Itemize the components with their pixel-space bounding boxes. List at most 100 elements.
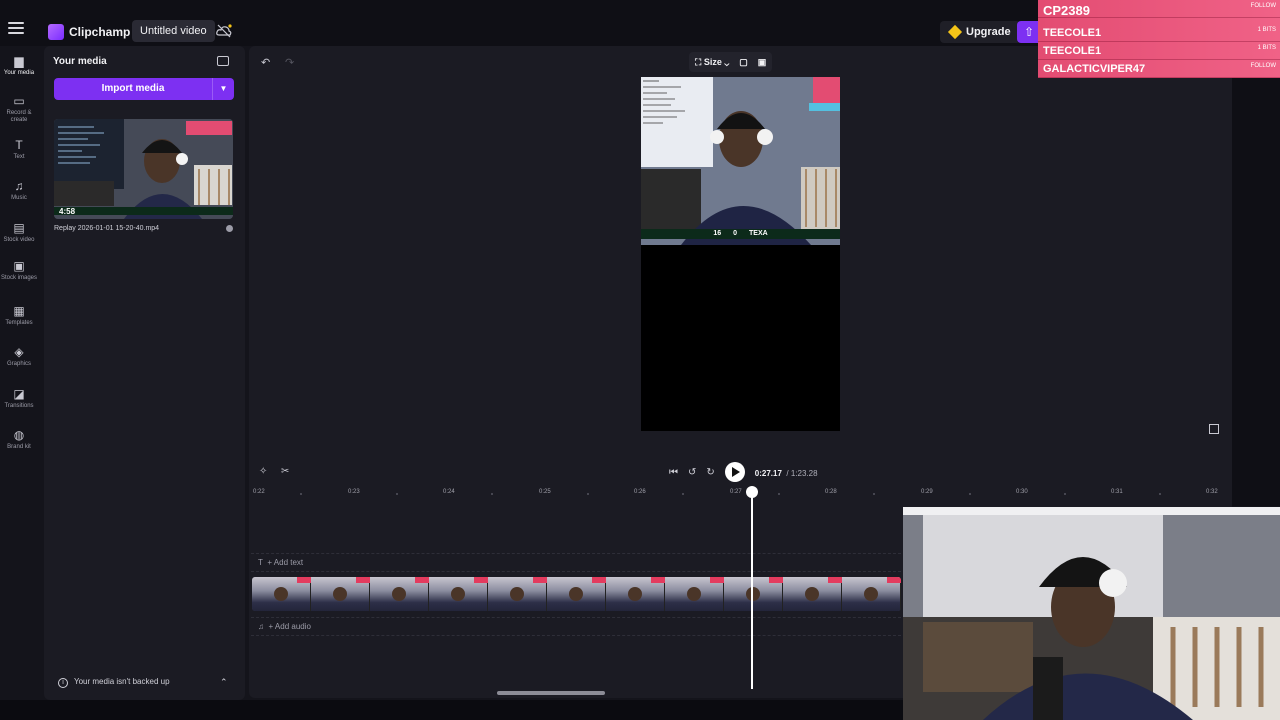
redo-icon[interactable]: ↷: [285, 56, 294, 69]
rail-item-label: Templates: [5, 320, 33, 326]
info-icon: i: [58, 678, 68, 688]
alert-row: TEECOLE1 1 BITS: [1038, 24, 1280, 42]
clipchamp-logo-icon: [48, 24, 64, 40]
right-sidebar: [1232, 46, 1280, 506]
backup-warning[interactable]: i Your media isn't backed up: [58, 677, 170, 688]
chevron-up-icon[interactable]: ⌃: [220, 677, 228, 688]
total-time: / 1:23.28: [786, 469, 818, 478]
rail-item-label: Graphics: [6, 361, 31, 367]
rail-item-brand-kit[interactable]: ◍ Brand kit: [0, 428, 38, 468]
alert-type: FOLLOW: [1250, 63, 1276, 69]
size-label: Size: [703, 56, 722, 67]
rail-item-transitions[interactable]: ◪ Transitions: [0, 387, 38, 427]
rail-item-label: Stock images: [0, 275, 37, 281]
undo-icon[interactable]: ↶: [261, 56, 270, 69]
folder-icon: ▆: [14, 54, 24, 68]
fullscreen-icon[interactable]: [1209, 424, 1219, 434]
playhead[interactable]: [751, 492, 753, 689]
rail-item-label: Transitions: [4, 403, 34, 409]
video-clip[interactable]: [252, 577, 901, 611]
media-thumbnail[interactable]: 4:58: [54, 119, 233, 219]
rail-item-templates[interactable]: ▦ Templates: [0, 304, 38, 344]
film-icon: ▤: [13, 221, 25, 235]
alert-username: GALACTICVIPER47: [1043, 63, 1146, 75]
magic-wand-icon[interactable]: ✧: [259, 466, 267, 477]
clip-frame: [488, 577, 547, 611]
ruler-tick-label: 0:31: [1111, 489, 1123, 495]
project-title-input[interactable]: Untitled video: [132, 20, 215, 42]
rail-item-record-create[interactable]: ▭ Record & create: [0, 94, 38, 134]
clip-frame: [724, 577, 783, 611]
chevron-down-icon[interactable]: ▼: [212, 78, 234, 100]
ruler-tick-label: 0:24: [443, 489, 455, 495]
music-icon: ♫: [14, 179, 24, 193]
clipchamp-app: Clipchamp Untitled video Upgrade ⇧ ▆ You…: [0, 0, 1280, 720]
rail-item-label: Stock video: [3, 237, 35, 243]
add-text-label: + Add text: [267, 558, 304, 567]
crop-icon[interactable]: ▢: [739, 57, 748, 68]
stream-alert-overlay: CP2389 FOLLOW TEECOLE1 1 BITS TEECOLE1 1…: [1038, 0, 1280, 78]
ruler-tick-label: 0:26: [634, 489, 646, 495]
preview-frame: 16 0 TEXA: [641, 77, 840, 245]
preview-frame-image: [641, 77, 840, 245]
ruler-tick-label: 0:22: [253, 489, 265, 495]
upgrade-label: Upgrade: [966, 26, 1011, 38]
audio-track[interactable]: [251, 617, 901, 636]
import-media-label: Import media: [101, 83, 165, 94]
current-time: 0:27.17: [754, 469, 782, 478]
rewind-5s-icon[interactable]: ↺: [688, 467, 696, 478]
status-icon: [226, 225, 233, 232]
add-audio-label: + Add audio: [268, 622, 311, 631]
hamburger-menu-icon[interactable]: [8, 22, 24, 34]
clip-frame: [842, 577, 901, 611]
team-right: TEXA: [749, 230, 768, 237]
camera-plus-icon[interactable]: ▣: [758, 57, 767, 68]
ruler-tick-label: 0:32: [1206, 489, 1218, 495]
music-icon: ♫: [258, 622, 269, 631]
alert-username: CP2389: [1043, 3, 1090, 18]
rail-item-graphics[interactable]: ◈ Graphics: [0, 345, 38, 385]
rail-item-stock-video[interactable]: ▤ Stock video: [0, 221, 38, 261]
text-icon: T: [258, 558, 268, 567]
preview-toolbar: ⛶ Size ⌄ ▢ ▣: [689, 52, 773, 72]
brand-kit-icon: ◍: [13, 428, 25, 442]
upgrade-button[interactable]: Upgrade: [940, 21, 1021, 43]
collapse-panel-icon[interactable]: [217, 56, 229, 66]
add-text-button[interactable]: T + Add text: [258, 558, 303, 567]
rail-item-label: Your media: [3, 70, 35, 76]
panel-title: Your media: [53, 56, 107, 67]
clip-frame: [429, 577, 488, 611]
rail-item-stock-images[interactable]: ▣ Stock images: [0, 259, 38, 299]
media-thumbnail-image: [54, 119, 233, 219]
webcam-overlay: [903, 507, 1280, 720]
playback-controls: ⏮ ↺ ↻ 0:27.17 / 1:23.28: [669, 462, 818, 482]
timeline-scrollbar[interactable]: [497, 691, 605, 695]
ruler-tick-label: 0:28: [825, 489, 837, 495]
text-icon: T: [15, 138, 23, 152]
forward-5s-icon[interactable]: ↻: [706, 467, 714, 478]
alert-type: 1 BITS: [1257, 27, 1276, 33]
skip-back-icon[interactable]: ⏮: [669, 467, 678, 478]
shapes-icon: ◈: [14, 345, 24, 359]
cloud-off-icon[interactable]: [216, 24, 232, 38]
rail-item-your-media[interactable]: ▆ Your media: [0, 54, 38, 94]
rail-item-label: Text: [13, 154, 25, 160]
ruler-tick-label: 0:30: [1016, 489, 1028, 495]
video-preview[interactable]: 16 0 TEXA: [641, 77, 840, 431]
scissors-icon[interactable]: ✂: [281, 466, 289, 477]
ruler-tick-label: 0:29: [921, 489, 933, 495]
play-button[interactable]: [724, 462, 745, 482]
clip-frame: [606, 577, 665, 611]
clip-frame: [665, 577, 724, 611]
templates-icon: ▦: [13, 304, 25, 318]
import-media-button[interactable]: Import media ▼: [54, 78, 234, 100]
rail-item-music[interactable]: ♫ Music: [0, 179, 38, 219]
alert-type: FOLLOW: [1250, 3, 1276, 9]
ruler-tick-label: 0:27: [730, 489, 742, 495]
resize-button[interactable]: ⛶ Size ⌄: [695, 57, 729, 68]
alert-username: TEECOLE1: [1043, 27, 1102, 39]
rail-item-text[interactable]: T Text: [0, 138, 38, 178]
add-audio-button[interactable]: ♫ + Add audio: [258, 622, 311, 631]
text-track[interactable]: [251, 553, 901, 572]
playhead-handle[interactable]: [746, 486, 758, 498]
